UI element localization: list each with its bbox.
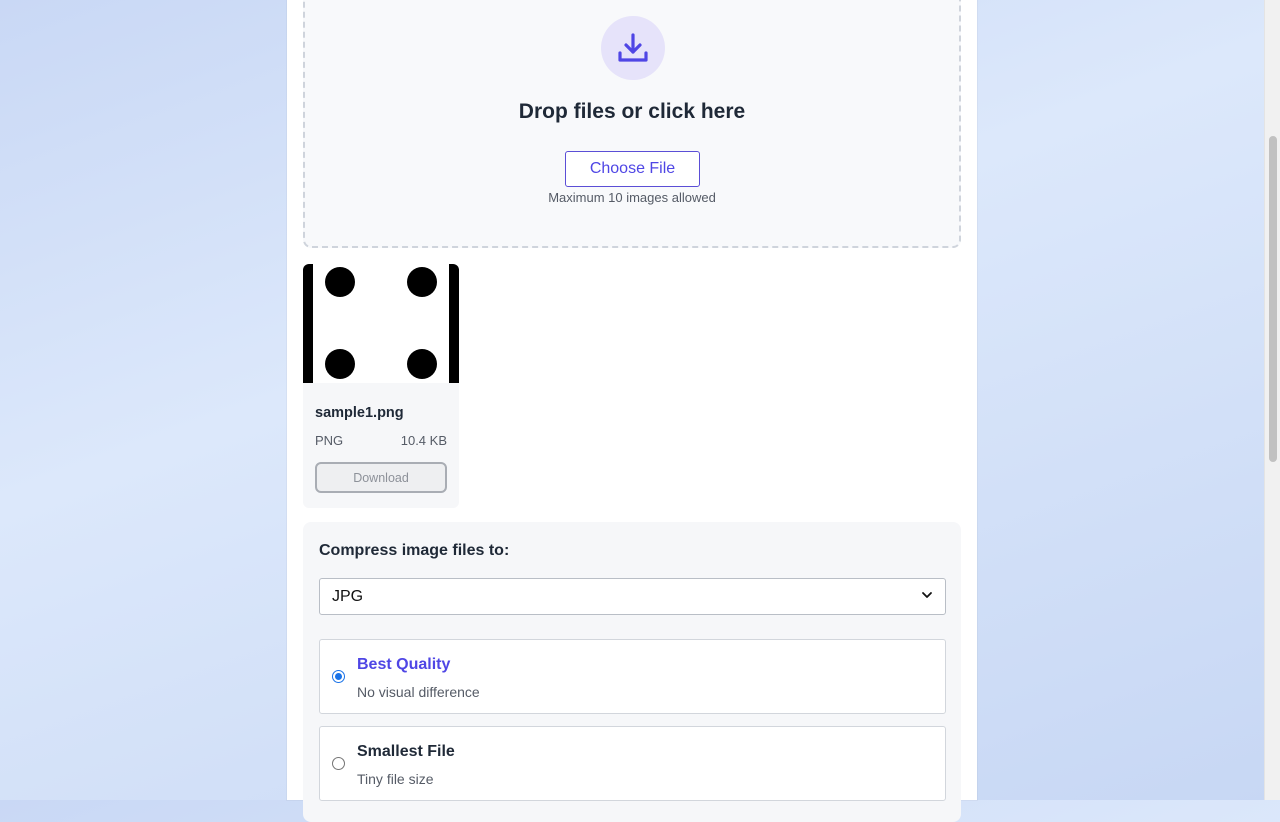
dropzone-title: Drop files or click here [518, 100, 746, 123]
compress-settings: Compress image files to: JPG Best Qualit… [303, 522, 961, 822]
choose-file-button[interactable]: Choose File [565, 151, 700, 187]
option-description: No visual difference [357, 684, 480, 700]
file-thumbnail [303, 264, 459, 383]
file-dropzone[interactable]: Drop files or click here Choose File Max… [303, 0, 961, 248]
scrollbar-thumb[interactable] [1269, 136, 1277, 462]
radio-best-quality[interactable] [332, 670, 345, 683]
option-title: Smallest File [357, 743, 455, 760]
option-title: Best Quality [357, 656, 451, 673]
chevron-down-icon [921, 588, 933, 606]
compress-label: Compress image files to: [319, 542, 510, 559]
file-name: sample1.png [315, 405, 404, 421]
page-scrollbar[interactable] [1264, 0, 1280, 800]
option-best-quality[interactable]: Best Quality No visual difference [319, 639, 946, 714]
option-smallest-file[interactable]: Smallest File Tiny file size [319, 726, 946, 801]
download-icon [601, 16, 665, 80]
option-description: Tiny file size [357, 771, 434, 787]
file-type: PNG [315, 433, 344, 448]
format-select-value: JPG [332, 587, 364, 605]
download-button[interactable]: Download [315, 462, 447, 493]
file-card: sample1.png PNG 10.4 KB Download [303, 264, 459, 508]
main-panel: Drop files or click here Choose File Max… [287, 0, 977, 822]
file-size: 10.4 KB [400, 433, 447, 448]
max-images-note: Maximum 10 images allowed [548, 190, 716, 205]
radio-smallest-file[interactable] [332, 757, 345, 770]
format-select[interactable]: JPG [319, 578, 946, 615]
